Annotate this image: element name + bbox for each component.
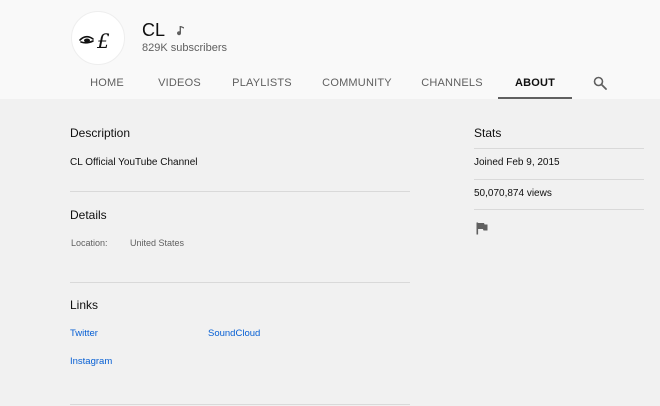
tab-videos[interactable]: VIDEOS — [152, 70, 207, 99]
joined-date: Joined Feb 9, 2015 — [474, 157, 560, 168]
description-text: CL Official YouTube Channel — [70, 157, 198, 168]
divider — [70, 404, 410, 405]
details-title: Details — [70, 208, 107, 222]
stats-title: Stats — [474, 126, 502, 140]
link-instagram[interactable]: Instagram — [70, 356, 112, 367]
location-label: Location: — [71, 238, 108, 248]
view-count: 50,070,874 views — [474, 188, 552, 199]
divider — [474, 179, 644, 180]
links-title: Links — [70, 298, 99, 312]
tab-channels[interactable]: CHANNELS — [418, 70, 486, 99]
cl-logo-icon: £ — [79, 29, 110, 53]
subscriber-count: 829K subscribers — [142, 42, 227, 54]
channel-avatar[interactable]: £ — [71, 11, 125, 65]
link-soundcloud[interactable]: SoundCloud — [208, 328, 260, 339]
tab-community[interactable]: COMMUNITY — [319, 70, 395, 99]
divider — [474, 148, 644, 149]
description-title: Description — [70, 126, 131, 140]
channel-tabs: HOME VIDEOS PLAYLISTS COMMUNITY CHANNELS… — [0, 70, 660, 99]
channel-name-text: CL — [142, 20, 166, 40]
location-value: United States — [130, 238, 185, 248]
svg-text:£: £ — [96, 29, 110, 53]
channel-name: CL — [142, 20, 185, 41]
link-twitter[interactable]: Twitter — [70, 328, 98, 339]
divider — [70, 191, 410, 192]
channel-header: £ CL 829K subscribers HOME VIDEOS PLAYLI… — [0, 0, 660, 99]
tab-home[interactable]: HOME — [82, 70, 132, 99]
flag-icon[interactable] — [476, 222, 488, 235]
divider — [70, 282, 410, 283]
tab-playlists[interactable]: PLAYLISTS — [229, 70, 295, 99]
tab-about[interactable]: ABOUT — [498, 70, 572, 99]
music-note-icon — [177, 25, 185, 35]
search-icon[interactable] — [593, 76, 607, 90]
divider — [474, 209, 644, 210]
